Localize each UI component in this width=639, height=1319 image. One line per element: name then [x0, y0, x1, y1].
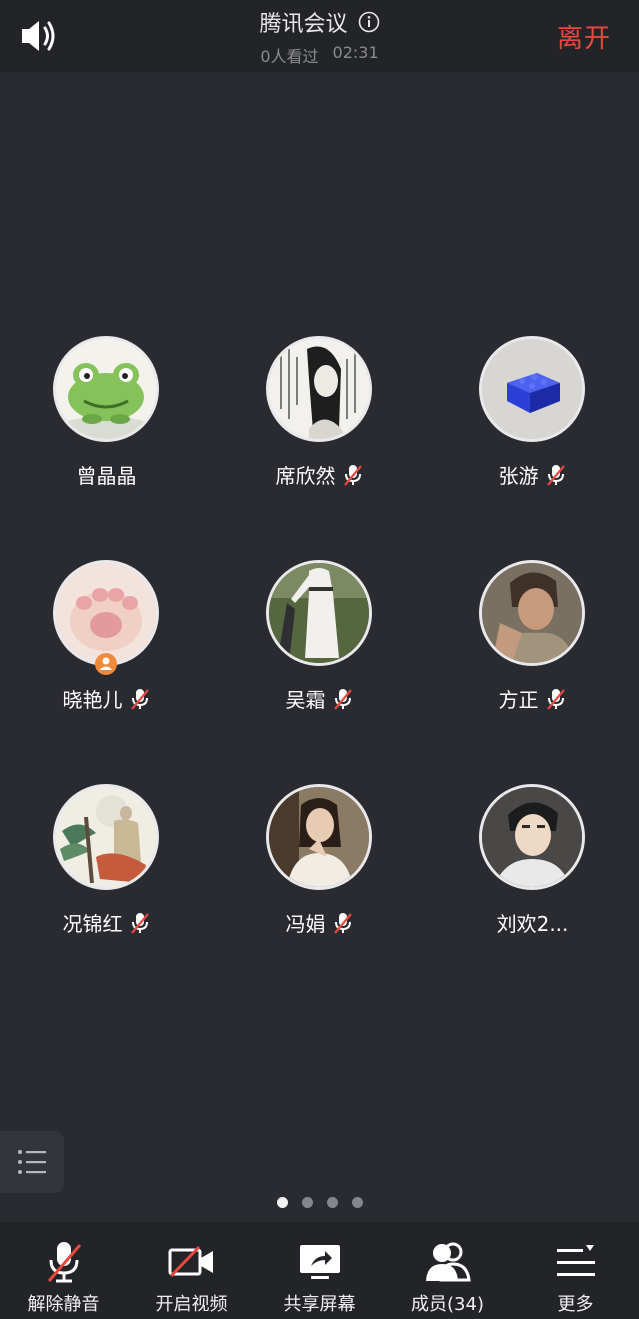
participant-name: 曾晶晶 [76, 464, 137, 488]
share-screen-label: 共享屏幕 [283, 1294, 356, 1315]
participant-name: 张游 [498, 464, 539, 488]
avatar [53, 560, 159, 666]
leave-button[interactable]: 离开 [557, 18, 611, 55]
list-icon [18, 1150, 46, 1174]
mic-muted-icon [130, 912, 149, 934]
participant-name: 席欣然 [275, 464, 336, 488]
share-screen-icon [299, 1245, 340, 1279]
avatar [266, 336, 372, 442]
bottom-toolbar: 解除静音 开启视频 共享屏幕 成员(34) 更多 [0, 1222, 639, 1319]
mic-muted-icon [130, 688, 149, 710]
unmute-label: 解除静音 [27, 1294, 100, 1315]
members-button[interactable]: 成员(34) [384, 1222, 511, 1319]
page-dot[interactable] [351, 1197, 363, 1208]
page-dot[interactable] [326, 1197, 338, 1208]
members-label: 成员(34) [411, 1294, 484, 1315]
participant-name: 晓艳儿 [62, 688, 123, 712]
mic-muted-icon [333, 688, 352, 710]
participant-tile[interactable]: 冯娟 [213, 784, 426, 984]
avatar [53, 784, 159, 890]
mic-muted-icon [47, 1242, 81, 1283]
avatar [479, 560, 585, 666]
participant-tile[interactable]: 张游 [426, 336, 639, 536]
unmute-button[interactable]: 解除静音 [0, 1222, 127, 1319]
page-dot[interactable] [301, 1197, 313, 1208]
more-button[interactable]: 更多 [512, 1222, 639, 1319]
mic-muted-icon [546, 688, 565, 710]
mic-muted-icon [546, 464, 565, 486]
avatar [266, 560, 372, 666]
mic-muted-icon [333, 912, 352, 934]
meeting-title: 腾讯会议 [259, 12, 348, 37]
avatar [53, 336, 159, 442]
avatar [479, 784, 585, 890]
info-icon[interactable] [358, 11, 380, 33]
participant-list-button[interactable] [0, 1131, 64, 1193]
video-off-icon [168, 1245, 213, 1278]
participant-tile[interactable]: 刘欢2... [426, 784, 639, 984]
participant-name: 况锦红 [62, 912, 123, 936]
participant-name: 冯娟 [285, 912, 326, 936]
meeting-timer: 02:31 [332, 43, 379, 62]
avatar [266, 784, 372, 890]
start-video-label: 开启视频 [155, 1294, 228, 1315]
participant-name: 吴霜 [285, 688, 326, 712]
page-indicator [0, 1197, 639, 1208]
host-badge-icon [95, 653, 117, 675]
page-dot[interactable] [276, 1197, 288, 1208]
top-bar: 腾讯会议 0人看过 02:31 离开 [0, 0, 639, 72]
members-icon [425, 1242, 471, 1282]
meeting-header: 腾讯会议 0人看过 02:31 [0, 6, 639, 67]
mic-muted-icon [343, 464, 362, 486]
participant-tile[interactable]: 吴霜 [213, 560, 426, 760]
participant-tile[interactable]: 况锦红 [0, 784, 213, 984]
participant-name: 刘欢2... [496, 912, 569, 936]
more-label: 更多 [557, 1294, 594, 1315]
avatar [479, 336, 585, 442]
participant-tile[interactable]: 方正 [426, 560, 639, 760]
participant-name: 方正 [498, 688, 539, 712]
viewer-count: 0人看过 [260, 47, 319, 66]
share-screen-button[interactable]: 共享屏幕 [256, 1222, 383, 1319]
participant-tile[interactable]: 席欣然 [213, 336, 426, 536]
more-menu-icon [556, 1245, 595, 1276]
start-video-button[interactable]: 开启视频 [128, 1222, 255, 1319]
participant-tile[interactable]: 曾晶晶 [0, 336, 213, 536]
